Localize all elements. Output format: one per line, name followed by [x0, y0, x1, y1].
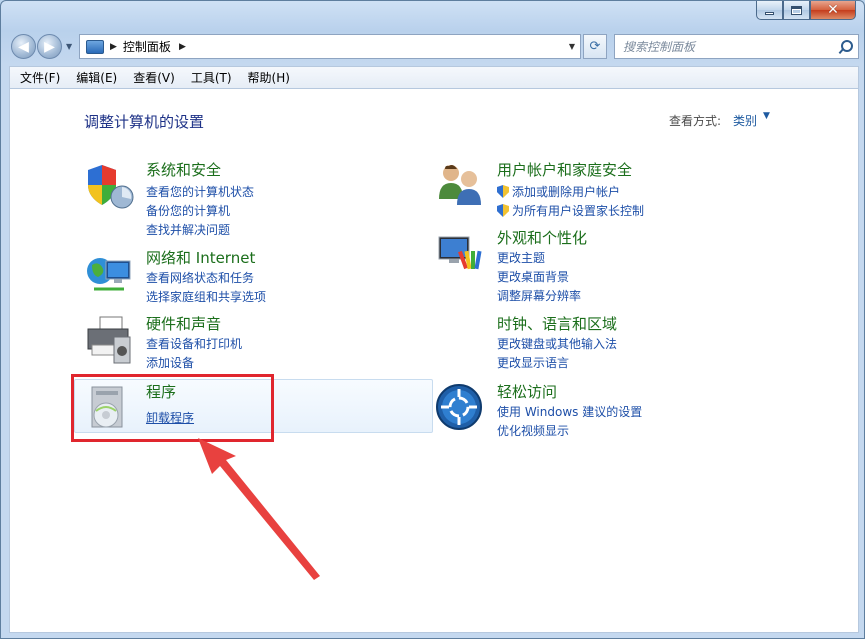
category-link[interactable]: 查看您的计算机状态	[146, 183, 254, 200]
category-link[interactable]: 更改主题	[497, 249, 545, 266]
search-box[interactable]: 搜索控制面板	[614, 34, 859, 59]
menu-tools[interactable]: 工具(T)	[183, 68, 240, 88]
menu-help[interactable]: 帮助(H)	[240, 68, 298, 88]
address-bar[interactable]: ▶ 控制面板 ▶ ▼	[79, 34, 581, 59]
content-area: 调整计算机的设置 查看方式: 类别 ▼ 系统和安全 查看您的计算机状态 备份您的…	[9, 88, 859, 633]
search-icon[interactable]	[838, 39, 854, 55]
close-button[interactable]: ✕	[810, 1, 856, 20]
category-title[interactable]: 硬件和声音	[146, 313, 221, 334]
ease-of-access-icon	[436, 384, 482, 430]
minimize-icon	[765, 11, 774, 15]
back-arrow-icon: ◀	[18, 38, 29, 55]
back-button[interactable]: ◀	[11, 34, 36, 59]
users-icon	[439, 165, 481, 205]
category-link[interactable]: 查看网络状态和任务	[146, 269, 254, 286]
category-link[interactable]: 查找并解决问题	[146, 221, 230, 238]
category-title[interactable]: 系统和安全	[146, 159, 221, 180]
search-input[interactable]: 搜索控制面板	[623, 38, 838, 55]
breadcrumb-separator-icon[interactable]: ▶	[110, 42, 117, 52]
category-title[interactable]: 外观和个性化	[497, 227, 587, 248]
chevron-down-icon[interactable]: ▼	[763, 111, 770, 121]
control-panel-icon	[86, 39, 104, 54]
uac-shield-icon	[497, 185, 509, 198]
category-link[interactable]: 添加设备	[146, 354, 194, 371]
navigation-bar: ◀ ▶ ▼ ▶ 控制面板 ▶ ▼ ⟳ 搜索控制面板	[9, 32, 859, 60]
view-by-dropdown[interactable]: 类别	[733, 112, 757, 129]
control-panel-window: ✕ ◀ ▶ ▼ ▶ 控制面板 ▶ ▼ ⟳ 搜索控制面板 文件(F) 编辑(E) …	[0, 0, 865, 639]
category-title[interactable]: 时钟、语言和区域	[497, 313, 617, 334]
menu-file[interactable]: 文件(F)	[12, 68, 68, 88]
category-link[interactable]: 更改桌面背景	[497, 268, 569, 285]
globe-network-icon	[87, 258, 131, 291]
uac-shield-icon	[497, 204, 509, 217]
category-title[interactable]: 网络和 Internet	[146, 247, 255, 268]
category-link[interactable]: 备份您的计算机	[146, 202, 230, 219]
refresh-button[interactable]: ⟳	[583, 34, 607, 59]
printer-icon	[87, 316, 131, 364]
category-link[interactable]: 更改显示语言	[497, 354, 569, 371]
category-link[interactable]: 使用 Windows 建议的设置	[497, 403, 642, 420]
recent-pages-dropdown[interactable]: ▼	[66, 42, 72, 51]
refresh-icon: ⟳	[589, 39, 601, 54]
breadcrumb-control-panel[interactable]: 控制面板	[123, 38, 171, 55]
menu-view[interactable]: 查看(V)	[125, 68, 183, 88]
category-link[interactable]: 优化视频显示	[497, 422, 569, 439]
forward-button[interactable]: ▶	[37, 34, 62, 59]
forward-arrow-icon: ▶	[44, 38, 55, 55]
maximize-button[interactable]	[783, 1, 810, 20]
address-dropdown-icon[interactable]: ▼	[564, 35, 580, 58]
clock-globe-icon	[403, 315, 473, 359]
menu-bar: 文件(F) 编辑(E) 查看(V) 工具(T) 帮助(H)	[9, 66, 859, 88]
maximize-icon	[791, 5, 802, 15]
category-title[interactable]: 轻松访问	[497, 381, 557, 402]
category-link[interactable]: 更改键盘或其他输入法	[497, 335, 617, 352]
category-link[interactable]: 选择家庭组和共享选项	[146, 288, 266, 305]
annotation-arrow-icon	[198, 438, 320, 580]
category-link[interactable]: 调整屏幕分辨率	[497, 287, 581, 304]
caption-buttons: ✕	[756, 1, 856, 20]
breadcrumb-separator-icon[interactable]: ▶	[179, 42, 186, 52]
menu-edit[interactable]: 编辑(E)	[68, 68, 125, 88]
highlight-box	[71, 374, 274, 442]
category-title[interactable]: 用户帐户和家庭安全	[497, 159, 632, 180]
shield-monitor-icon	[88, 165, 134, 209]
page-title: 调整计算机的设置	[84, 113, 205, 131]
category-link[interactable]: 为所有用户设置家长控制	[497, 202, 644, 219]
category-link[interactable]: 查看设备和打印机	[146, 335, 242, 352]
close-icon: ✕	[827, 2, 839, 18]
palette-monitor-icon	[438, 236, 482, 270]
category-link[interactable]: 添加或删除用户帐户	[497, 183, 620, 200]
view-by-label: 查看方式:	[669, 114, 722, 128]
minimize-button[interactable]	[756, 1, 783, 20]
